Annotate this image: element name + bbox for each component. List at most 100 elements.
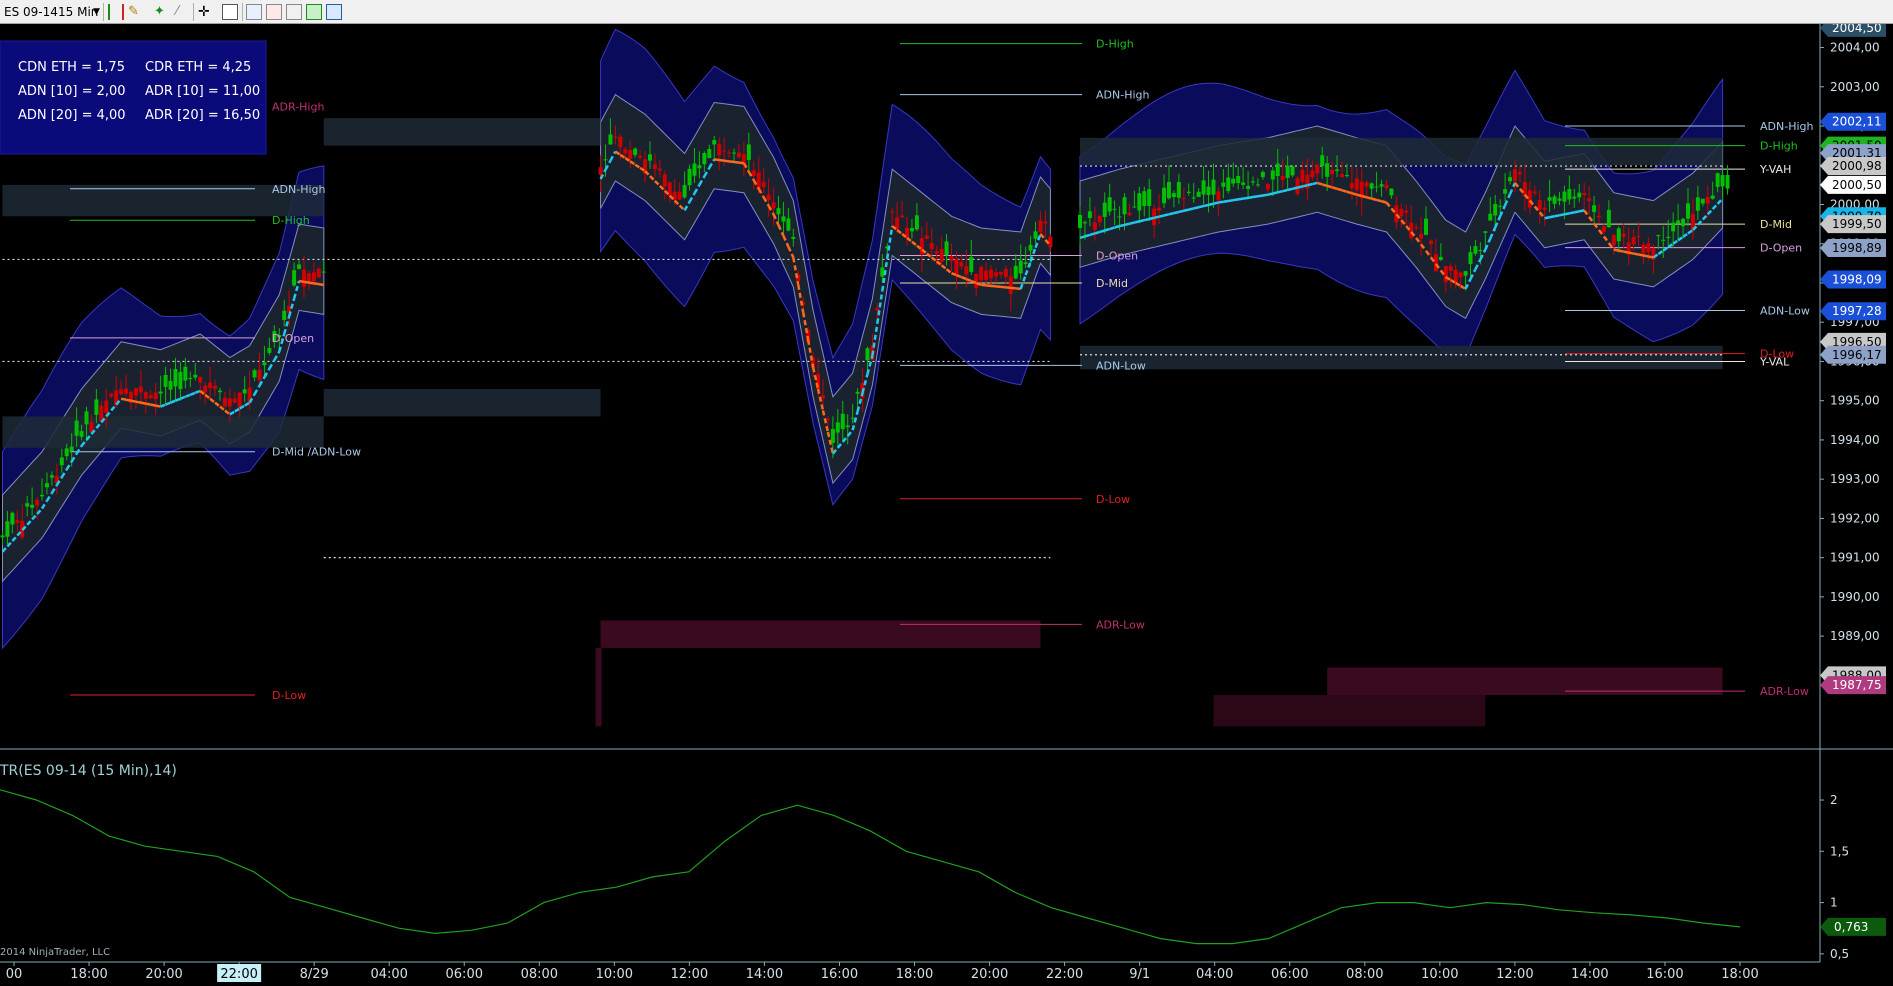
candle-body — [1611, 234, 1616, 246]
x-tick-label: 22:00 — [1046, 967, 1083, 982]
candle-body — [227, 398, 232, 407]
vwap-segment — [1139, 218, 1145, 223]
annotation-y-vah: Y-VAH — [1759, 163, 1791, 176]
candle-body — [1562, 191, 1567, 202]
candle-body — [825, 418, 830, 420]
vwap-segment — [1124, 222, 1130, 227]
info-adn-20: ADN [20] = 4,00 — [18, 108, 126, 123]
vwap-segment — [1376, 198, 1382, 203]
candle-body — [1463, 271, 1468, 276]
vwap-segment — [723, 159, 730, 163]
info-adn-10: ADN [10] = 2,00 — [18, 84, 126, 99]
candle-body — [59, 457, 64, 466]
vwap-segment — [1643, 254, 1649, 258]
candle-body — [1181, 197, 1186, 199]
hide-drawings-icon[interactable]: ⁄ — [176, 4, 178, 20]
candle-body — [69, 446, 74, 452]
candle-body — [301, 269, 306, 287]
draw-tool-icon[interactable]: ✎ — [128, 4, 139, 20]
x-tick-label: 8/29 — [300, 967, 329, 982]
candle-body — [1082, 222, 1087, 224]
candle-body — [662, 174, 667, 187]
stars-icon[interactable]: ✦ — [154, 4, 165, 20]
candle-body — [697, 165, 702, 169]
bar-type-icon[interactable] — [108, 4, 124, 20]
instrument-selector[interactable]: ES 09-14 — [4, 4, 58, 20]
candle-body — [682, 184, 687, 198]
candle-body — [984, 270, 989, 281]
candle-body — [1572, 196, 1577, 199]
candle-body — [1142, 191, 1147, 207]
candle-body — [1196, 191, 1201, 197]
candle-body — [1097, 215, 1102, 222]
properties-icon[interactable] — [246, 4, 262, 20]
interval-dropdown-icon[interactable]: ▼ — [93, 4, 100, 20]
vwap-segment — [1331, 186, 1338, 191]
vwap-segment — [1129, 221, 1135, 225]
vwap-segment — [1554, 214, 1560, 218]
trade-icon[interactable] — [286, 4, 302, 20]
vwap-segment — [1252, 195, 1259, 199]
candle-body — [1176, 182, 1181, 198]
vwap-segment — [1648, 255, 1654, 259]
candle-body — [1374, 186, 1379, 188]
candle-body — [1527, 190, 1532, 208]
candle-body — [1265, 183, 1270, 190]
vwap-segment — [1312, 181, 1318, 186]
candle-body — [1369, 183, 1374, 189]
candle-body — [1330, 169, 1335, 175]
candle-body — [222, 397, 227, 407]
vwap-segment — [1218, 200, 1224, 204]
candle-body — [1676, 220, 1681, 224]
data-box-icon[interactable] — [266, 4, 282, 20]
candle-body — [638, 155, 643, 158]
chart-trader-icon[interactable] — [326, 4, 342, 20]
x-tick-label: 16:00 — [821, 967, 858, 982]
candle-body — [1186, 191, 1191, 193]
candle-body — [208, 382, 213, 389]
vwap-segment — [1544, 216, 1550, 220]
vwap-segment — [120, 397, 127, 401]
annotation-d-low: D-Low — [1096, 493, 1130, 506]
candle-body — [64, 448, 69, 457]
candle-body — [1597, 215, 1602, 218]
candle-body — [158, 391, 163, 394]
candle-body — [1013, 265, 1018, 279]
vwap-segment — [1623, 250, 1629, 254]
annotation-d-high: D-High — [1096, 38, 1134, 51]
x-tick-label: 18:00 — [70, 967, 107, 982]
y-tick-label: 1992,00 — [1830, 511, 1880, 525]
candle-body — [25, 503, 30, 507]
vwap-segment — [1351, 192, 1358, 196]
candle-body — [213, 385, 218, 389]
candle-body — [1512, 169, 1517, 181]
candle-body — [1236, 175, 1241, 184]
candle-body — [944, 241, 949, 256]
vwap-segment — [1134, 220, 1140, 224]
candle-body — [1725, 174, 1730, 189]
candle-body — [198, 376, 203, 383]
strategy-icon[interactable] — [306, 4, 322, 20]
candle-body — [652, 164, 657, 169]
x-tick-label: 12:00 — [671, 967, 708, 982]
candle-body — [138, 386, 143, 393]
x-tick-label: 10:00 — [1421, 967, 1458, 982]
x-tick-label: 20:00 — [971, 967, 1008, 982]
candle-body — [1260, 172, 1265, 178]
candle-body — [954, 258, 959, 275]
candle-body — [1339, 174, 1344, 178]
candle-body — [1122, 197, 1127, 215]
vwap-segment — [1213, 201, 1219, 205]
candle-body — [1038, 220, 1043, 233]
zoom-icon[interactable] — [222, 4, 238, 20]
price-chart[interactable]: ADR-High ADN-High D-High D-Open D-Mid /ADN-L… — [0, 24, 1893, 986]
crosshair-icon[interactable]: ✛ — [198, 4, 210, 20]
candle-body — [1601, 226, 1606, 233]
candle-body — [1508, 177, 1513, 182]
vwap-segment — [714, 158, 720, 162]
candle-body — [1404, 210, 1409, 213]
candle-body — [1448, 266, 1453, 272]
candle-body — [924, 235, 929, 239]
candle-body — [1132, 206, 1137, 208]
candle-body — [1320, 155, 1325, 167]
